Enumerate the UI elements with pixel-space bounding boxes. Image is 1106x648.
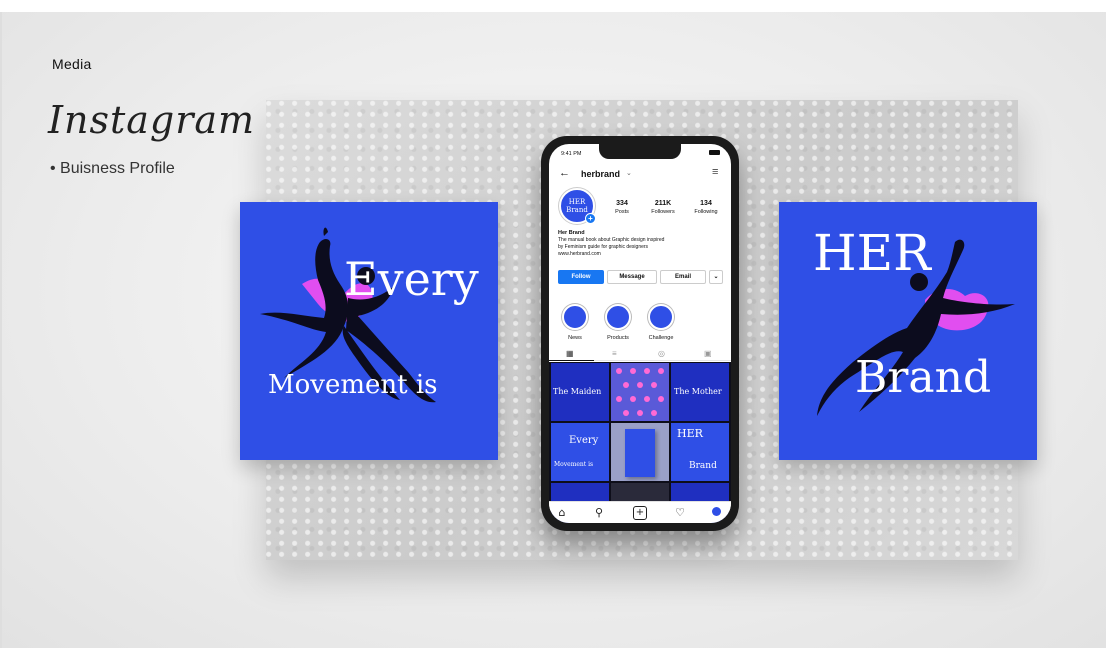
email-button[interactable]: Email (660, 270, 706, 284)
profile-avatar-icon[interactable] (709, 506, 723, 520)
add-post-icon[interactable]: + (633, 506, 647, 520)
card-word-brand: Brand (855, 352, 992, 403)
chevron-down-icon: ⌄ (713, 274, 719, 280)
bottom-tab-bar: ⌂ ⚲ + ♡ (549, 501, 731, 523)
card-word-her: HER (813, 224, 931, 282)
profile-tabs: ▦ ≡ ◎ ▣ (549, 347, 731, 361)
stat-followers-value[interactable]: 211K (645, 200, 681, 207)
status-time: 9:41 PM (561, 151, 582, 157)
stat-posts-value[interactable]: 334 (607, 200, 637, 207)
highlight-news[interactable] (562, 304, 588, 330)
tile-caption: Brand (689, 461, 717, 471)
avatar-text: HER Brand (566, 198, 588, 214)
avatar[interactable]: HER Brand + (559, 188, 596, 224)
stat-posts-label: Posts (615, 209, 629, 215)
search-icon[interactable]: ⚲ (592, 506, 606, 520)
stat-followers-label: Followers (651, 209, 675, 215)
page-title: Instagram (48, 98, 256, 142)
bio-name: Her Brand (558, 230, 585, 236)
post-tile[interactable] (611, 363, 669, 421)
post-tile[interactable]: The Mother (671, 363, 729, 421)
tile-caption: The Mother (674, 387, 722, 396)
top-strip (0, 0, 1106, 12)
pattern-graphic (616, 368, 664, 416)
post-tile[interactable]: HER Brand (671, 423, 729, 481)
list-icon[interactable]: ≡ (612, 349, 617, 358)
book-mockup (625, 429, 655, 477)
chevron-down-icon[interactable]: ⌄ (626, 169, 632, 177)
highlight-label: News (568, 335, 582, 341)
smartphone-mockup: 9:41 PM ← herbrand ⌄ ≡ HER Brand + 334 P… (541, 136, 739, 531)
follow-button[interactable]: Follow (558, 270, 604, 284)
post-grid: The Maiden The Mother Every Movement is (549, 362, 731, 523)
message-button[interactable]: Message (607, 270, 657, 284)
tile-caption: The Maiden (553, 387, 602, 396)
back-arrow-icon[interactable]: ← (559, 167, 570, 179)
bio-line: The manual book about Graphic design ins… (558, 237, 665, 243)
suggested-dropdown-button[interactable]: ⌄ (709, 270, 723, 284)
dancer-illustration (260, 227, 436, 403)
card-word-every: Every (344, 252, 479, 306)
highlight-challenge[interactable] (648, 304, 674, 330)
stat-following-label: Following (694, 209, 718, 215)
instagram-profile-screen: 9:41 PM ← herbrand ⌄ ≡ HER Brand + 334 P… (549, 144, 731, 523)
post-card-every: Every Movement is (240, 202, 498, 460)
menu-icon[interactable]: ≡ (712, 166, 718, 178)
card-word-movement: Movement is (268, 370, 438, 400)
highlight-products[interactable] (605, 304, 631, 330)
tile-caption: HER (677, 427, 703, 440)
grid-icon[interactable]: ▦ (566, 349, 574, 358)
home-icon[interactable]: ⌂ (555, 506, 569, 520)
post-tile[interactable]: Every Movement is (551, 423, 609, 481)
battery-icon (709, 150, 720, 155)
heart-icon[interactable]: ♡ (673, 506, 687, 520)
post-tile[interactable]: The Maiden (551, 363, 609, 421)
post-tile[interactable] (611, 423, 669, 481)
section-label: Media (52, 56, 92, 72)
stat-following-value[interactable]: 134 (687, 200, 725, 207)
post-card-her-brand: HER Brand (779, 202, 1037, 460)
tile-caption: Movement is (554, 461, 594, 468)
highlight-label: Products (607, 335, 629, 341)
page-subtitle: • Buisness Profile (50, 160, 175, 177)
add-story-icon[interactable]: + (585, 213, 596, 224)
active-tab-indicator (549, 360, 594, 361)
bio-line: by Feminism guide for graphic designers (558, 244, 649, 250)
location-pin-icon[interactable]: ◎ (658, 349, 665, 358)
profile-username: herbrand (581, 169, 621, 179)
tile-caption: Every (569, 435, 599, 446)
bio-url[interactable]: www.herbrand.com (558, 251, 601, 257)
tagged-icon[interactable]: ▣ (704, 349, 712, 358)
phone-notch (599, 144, 681, 159)
highlight-label: Challenge (648, 335, 674, 341)
